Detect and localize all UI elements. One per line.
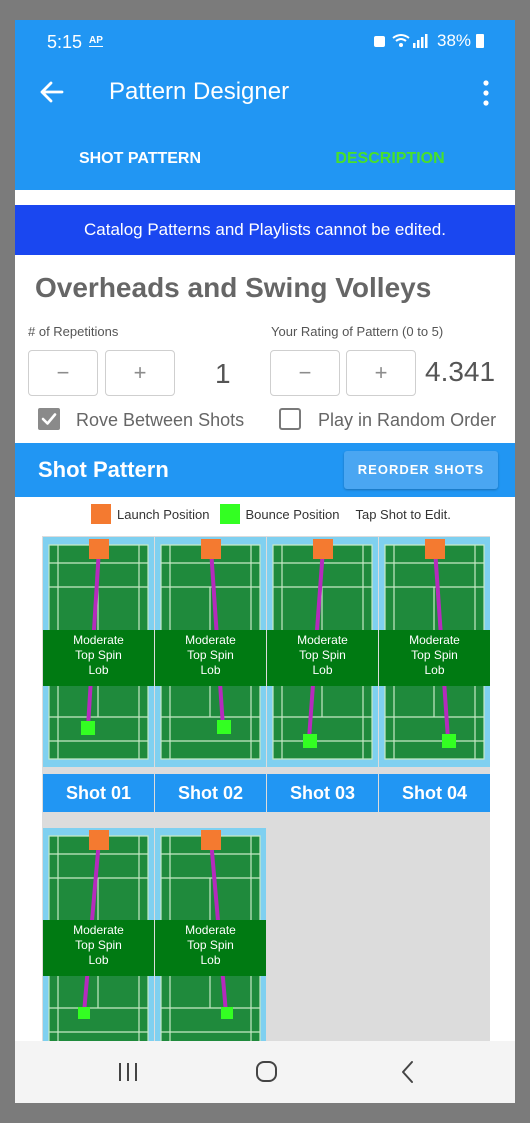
shot-label[interactable]: Shot 04 (379, 774, 490, 812)
shot-pattern-title: Shot Pattern (38, 457, 169, 482)
rating-minus-button[interactable]: − (270, 350, 340, 396)
page-title: Pattern Designer (109, 78, 290, 105)
more-vert-icon[interactable] (477, 78, 495, 108)
bounce-marker (81, 721, 95, 735)
bounce-legend-label: Bounce Position (245, 506, 340, 522)
launch-marker (201, 830, 221, 850)
tab-bar: SHOT PATTERN DESCRIPTION (15, 128, 515, 298)
bounce-marker (217, 720, 231, 734)
bounce-marker (78, 1007, 90, 1019)
rating-label: Your Rating of Pattern (0 to 5) (271, 324, 444, 339)
home-icon[interactable] (251, 1059, 281, 1085)
bounce-marker (221, 1007, 233, 1019)
shot-speed: Moderate (73, 923, 124, 937)
bounce-swatch (219, 504, 240, 524)
battery-icon (476, 34, 484, 48)
status-bar: 5:15 AP 38% (15, 20, 515, 56)
shot-spin: Top Spin (187, 938, 234, 952)
launch-marker (89, 830, 109, 850)
recents-icon[interactable] (113, 1059, 143, 1085)
shot-spin: Top Spin (75, 938, 122, 952)
tab-description[interactable]: DESCRIPTION (265, 128, 515, 190)
ap-badge: AP (89, 35, 103, 47)
shot-pattern-header: Shot Pattern REORDER SHOTS (15, 443, 515, 497)
shot-speed: Moderate (185, 923, 236, 937)
shot-spin: Top Spin (75, 648, 122, 662)
system-nav-bar (15, 1041, 515, 1103)
arrow-left-icon[interactable] (35, 74, 69, 110)
signal-wifi-icon (374, 34, 428, 48)
shot-spin: Top Spin (299, 648, 346, 662)
shot-label[interactable]: Shot 02 (155, 774, 266, 812)
shot-type: Lob (312, 663, 333, 677)
shot-type: Lob (200, 953, 221, 967)
shot-grid (42, 536, 490, 1103)
app-bar: Pattern Designer (15, 56, 515, 128)
shot-speed: Moderate (297, 633, 348, 647)
shot-description: Moderate Top Spin Lob (267, 630, 378, 686)
repetitions-minus-button[interactable]: − (28, 350, 98, 396)
rating-plus-button[interactable]: + (346, 350, 416, 396)
nav-back-icon[interactable] (393, 1059, 423, 1085)
shot-type: Lob (424, 663, 445, 677)
random-order-label: Play in Random Order (318, 410, 497, 430)
launch-swatch (91, 504, 111, 524)
status-time: 5:15 (47, 32, 83, 52)
pattern-title: Overheads and Swing Volleys (35, 272, 432, 303)
shot-label[interactable]: Shot 03 (267, 774, 378, 812)
rove-label: Rove Between Shots (76, 410, 245, 430)
legend: Launch Position Bounce Position Tap Shot t… (91, 504, 461, 526)
reorder-shots-button[interactable]: REORDER SHOTS (344, 451, 498, 489)
status-icons (373, 33, 431, 52)
shot-type: Lob (88, 953, 109, 967)
launch-marker (89, 539, 109, 559)
bounce-marker (303, 734, 317, 748)
repetitions-plus-button[interactable]: + (105, 350, 175, 396)
read-only-banner: Catalog Patterns and Playlists cannot be… (15, 205, 515, 255)
battery-level: 38% (437, 31, 472, 50)
tab-shot-pattern[interactable]: SHOT PATTERN (15, 128, 265, 190)
random-order-checkbox[interactable] (279, 408, 301, 430)
shot-description: Moderate Top Spin Lob (43, 630, 154, 686)
launch-marker (313, 539, 333, 559)
shot-type: Lob (200, 663, 221, 677)
repetitions-label: # of Repetitions (28, 324, 119, 339)
repetitions-value: 1 (215, 358, 231, 389)
shot-speed: Moderate (73, 633, 124, 647)
shot-spin: Top Spin (187, 648, 234, 662)
launch-marker (201, 539, 221, 559)
phone-screen: 5:15 AP 38% Pattern Designer SHOT PATTER… (15, 20, 515, 1103)
shot-description: Moderate Top Spin Lob (43, 920, 154, 976)
shot-label[interactable]: Shot 01 (43, 774, 154, 812)
rating-value: 4.341 (425, 356, 496, 387)
shot-speed: Moderate (185, 633, 236, 647)
shot-speed: Moderate (409, 633, 460, 647)
shot-description: Moderate Top Spin Lob (155, 630, 266, 686)
shot-description: Moderate Top Spin Lob (155, 920, 266, 976)
tap-hint: Tap Shot to Edit. (355, 506, 451, 522)
shot-type: Lob (88, 663, 109, 677)
shot-spin: Top Spin (411, 648, 458, 662)
launch-legend-label: Launch Position (117, 506, 210, 522)
rove-checkbox[interactable] (38, 408, 60, 430)
launch-marker (425, 539, 445, 559)
bounce-marker (442, 734, 456, 748)
shot-description: Moderate Top Spin Lob (379, 630, 490, 686)
